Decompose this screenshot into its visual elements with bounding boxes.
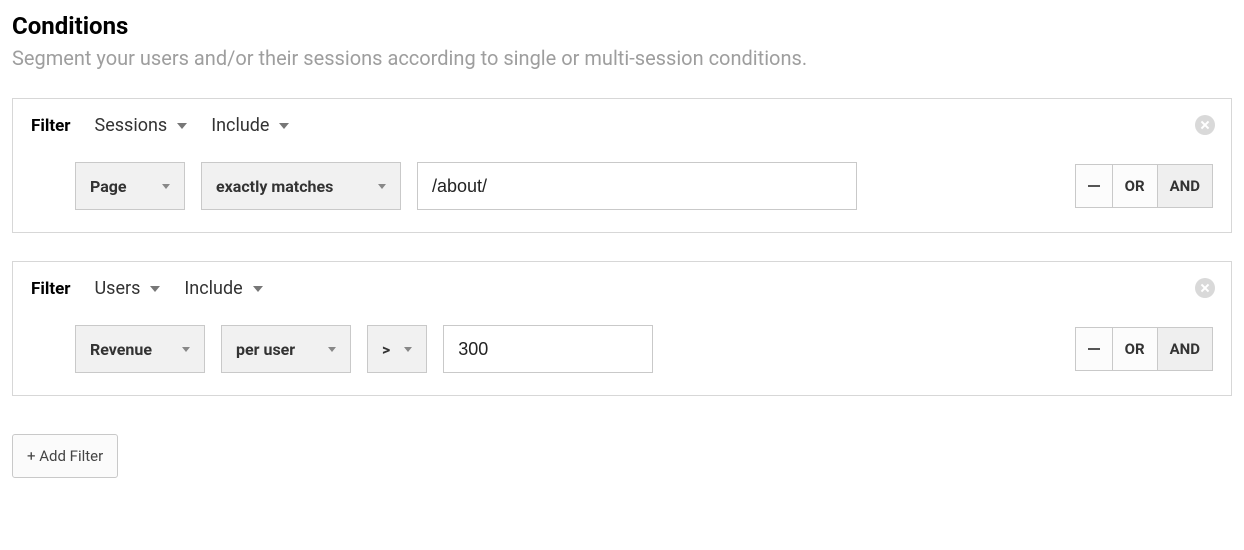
dimension-dropdown[interactable]: Page (75, 162, 185, 210)
operator-dropdown[interactable]: > (367, 325, 427, 373)
mode-value: Include (211, 115, 269, 136)
scope-dropdown[interactable]: Sessions (95, 115, 188, 136)
and-button[interactable]: AND (1158, 327, 1213, 371)
match-value: exactly matches (216, 177, 333, 196)
minus-icon (1088, 185, 1100, 187)
scope-value: Users (95, 278, 141, 299)
chevron-down-icon (162, 184, 170, 189)
add-filter-button[interactable]: + Add Filter (12, 434, 118, 478)
or-button[interactable]: OR (1113, 327, 1158, 371)
scope-value: Sessions (95, 115, 168, 136)
rule-button-group: OR AND (1075, 164, 1213, 208)
filter-header: Filter Users Include (31, 278, 1213, 299)
rule-row: Revenue per user > OR AND (31, 325, 1213, 373)
chevron-down-icon (177, 123, 187, 129)
minus-icon (1088, 348, 1100, 350)
or-button[interactable]: OR (1113, 164, 1158, 208)
filter-label: Filter (31, 279, 71, 299)
chevron-down-icon (182, 347, 190, 352)
dimension-dropdown[interactable]: Revenue (75, 325, 205, 373)
filter-card: Filter Sessions Include Page exactly mat… (12, 98, 1232, 233)
filter-label: Filter (31, 116, 71, 136)
value-input[interactable] (417, 162, 857, 210)
value-input[interactable] (443, 325, 653, 373)
rule-row: Page exactly matches OR AND (31, 162, 1213, 210)
dimension-value: Revenue (90, 340, 152, 359)
scope-dropdown[interactable]: Users (95, 278, 161, 299)
chevron-down-icon (328, 347, 336, 352)
remove-rule-button[interactable] (1075, 327, 1113, 371)
mode-dropdown[interactable]: Include (211, 115, 289, 136)
close-icon[interactable] (1195, 115, 1215, 135)
chevron-down-icon (150, 286, 160, 292)
dimension-value: Page (90, 177, 127, 196)
chevron-down-icon (253, 286, 263, 292)
chevron-down-icon (404, 347, 412, 352)
remove-rule-button[interactable] (1075, 164, 1113, 208)
filter-header: Filter Sessions Include (31, 115, 1213, 136)
page-subtitle: Segment your users and/or their sessions… (12, 46, 1232, 70)
mode-value: Include (184, 278, 242, 299)
page-title: Conditions (12, 12, 1232, 40)
match-dropdown[interactable]: exactly matches (201, 162, 401, 210)
rule-button-group: OR AND (1075, 327, 1213, 371)
chevron-down-icon (378, 184, 386, 189)
and-button[interactable]: AND (1158, 164, 1213, 208)
per-value: per user (236, 340, 295, 359)
per-dropdown[interactable]: per user (221, 325, 351, 373)
filter-card: Filter Users Include Revenue per user > … (12, 261, 1232, 396)
operator-value: > (382, 340, 390, 359)
mode-dropdown[interactable]: Include (184, 278, 262, 299)
close-icon[interactable] (1195, 278, 1215, 298)
chevron-down-icon (279, 123, 289, 129)
